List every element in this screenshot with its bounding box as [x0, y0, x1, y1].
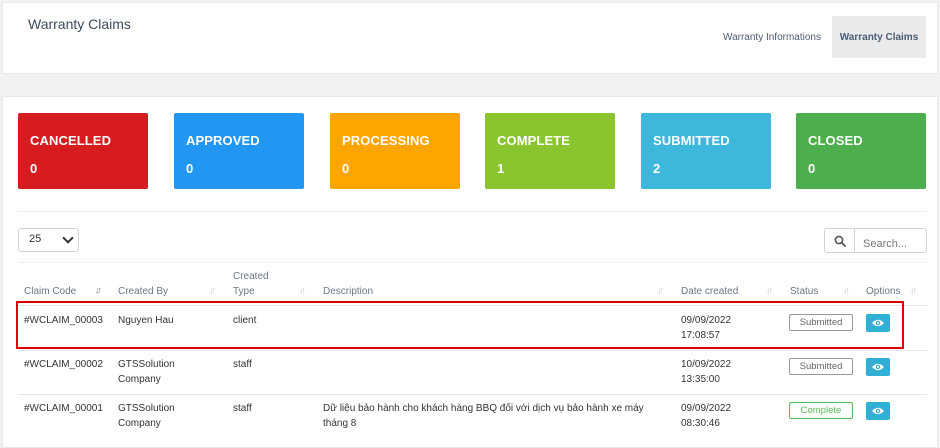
column-header-status[interactable]: Status	[790, 284, 818, 299]
column-header-options: Options	[866, 286, 901, 297]
row-divider	[18, 394, 927, 395]
created-type: staff	[233, 403, 252, 414]
claim-code: #WCLAIM_00003	[24, 315, 103, 326]
created-type: staff	[233, 359, 252, 370]
description: Dữ liệu bảo hành cho khách hàng BBQ đối …	[323, 403, 644, 414]
date-created: 10/09/2022	[681, 359, 732, 370]
created-type: client	[233, 315, 257, 326]
card-count: 0	[30, 161, 38, 176]
sort-desc-icon[interactable]: ↓↑	[95, 285, 102, 295]
created-by: Nguyen Hau	[118, 315, 174, 326]
sort-icon[interactable]: ↓↑	[843, 285, 850, 295]
search-button[interactable]	[824, 228, 855, 253]
card-count: 0	[186, 161, 194, 176]
page-size-value: 25	[29, 233, 42, 245]
column-header-created-type-line1[interactable]: Created	[233, 269, 269, 284]
description-line2: tháng 8	[323, 418, 357, 429]
claim-code: #WCLAIM_00002	[24, 359, 103, 370]
divider	[18, 262, 927, 263]
page-title: Warranty Claims	[28, 16, 131, 32]
summary-card-submitted[interactable]: SUBMITTED 2	[641, 113, 771, 189]
row-divider	[18, 350, 927, 351]
sort-icon[interactable]: ↓↑	[657, 285, 664, 295]
view-button[interactable]	[866, 402, 890, 420]
sort-icon[interactable]: ↓↑	[910, 285, 917, 295]
card-count: 1	[497, 161, 505, 176]
view-button[interactable]	[866, 314, 890, 332]
card-count: 0	[808, 161, 816, 176]
column-header-created-by[interactable]: Created By	[118, 284, 168, 299]
view-button[interactable]	[866, 358, 890, 376]
created-by: GTSSolution	[118, 359, 175, 370]
card-label: PROCESSING	[342, 133, 430, 148]
table-header-divider	[18, 305, 927, 306]
claim-code: #WCLAIM_00001	[24, 403, 103, 414]
summary-card-cancelled[interactable]: CANCELLED 0	[18, 113, 148, 189]
summary-card-processing[interactable]: PROCESSING 0	[330, 113, 460, 189]
time-created: 08:30:46	[681, 418, 720, 429]
sort-icon[interactable]: ↓↑	[766, 285, 773, 295]
eye-icon	[872, 407, 884, 415]
date-created: 09/09/2022	[681, 403, 732, 414]
column-header-date-created[interactable]: Date created	[681, 284, 738, 299]
sort-icon[interactable]: ↓↑	[209, 285, 216, 295]
eye-icon	[872, 319, 884, 327]
created-by-line2: Company	[118, 418, 161, 429]
chevron-down-icon	[62, 232, 74, 244]
eye-icon	[872, 363, 884, 371]
column-header-created-type-line2[interactable]: Type	[233, 284, 255, 299]
time-created: 13:35:00	[681, 374, 720, 385]
status-badge: Submitted	[789, 314, 853, 331]
created-by: GTSSolution	[118, 403, 175, 414]
tab-warranty-informations[interactable]: Warranty Informations	[714, 16, 830, 58]
created-by-line2: Company	[118, 374, 161, 385]
date-created: 09/09/2022	[681, 315, 732, 326]
card-label: CANCELLED	[30, 133, 112, 148]
column-header-claim-code[interactable]: Claim Code	[24, 284, 76, 299]
card-count: 2	[653, 161, 661, 176]
sort-icon[interactable]: ↓↑	[299, 285, 306, 295]
time-created: 17:08:57	[681, 330, 720, 341]
summary-card-approved[interactable]: APPROVED 0	[174, 113, 304, 189]
tab-warranty-claims[interactable]: Warranty Claims	[832, 16, 926, 58]
card-label: COMPLETE	[497, 133, 571, 148]
status-badge: Complete	[789, 402, 853, 419]
card-count: 0	[342, 161, 350, 176]
search-input[interactable]	[855, 228, 927, 253]
card-label: CLOSED	[808, 133, 863, 148]
summary-card-closed[interactable]: CLOSED 0	[796, 113, 926, 189]
status-badge: Submitted	[789, 358, 853, 375]
divider	[18, 211, 927, 212]
search-icon	[834, 235, 846, 247]
card-label: APPROVED	[186, 133, 260, 148]
column-header-description[interactable]: Description	[323, 284, 373, 299]
card-label: SUBMITTED	[653, 133, 730, 148]
summary-card-complete[interactable]: COMPLETE 1	[485, 113, 615, 189]
page-size-select[interactable]: 25	[18, 228, 79, 252]
